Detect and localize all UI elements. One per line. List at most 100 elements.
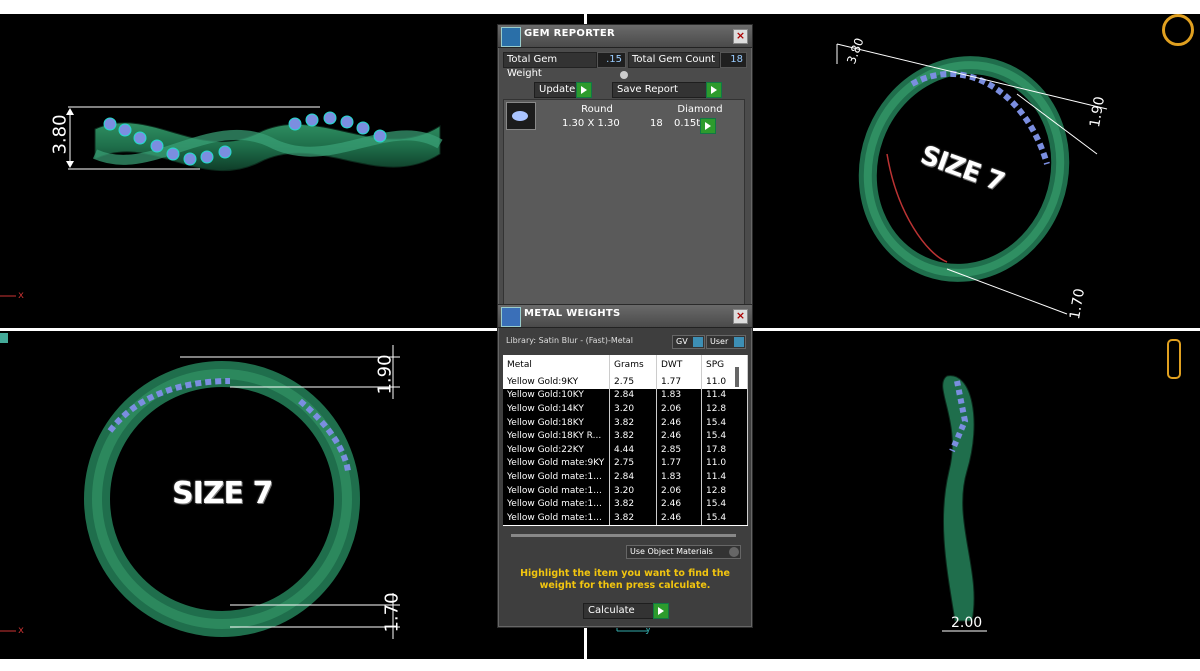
user-toggle[interactable]: User bbox=[706, 335, 746, 349]
table-horizontal-scrollbar[interactable] bbox=[511, 534, 736, 537]
gem-reporter-panel: GEM REPORTER × Total Gem Weight .15 Tota… bbox=[497, 24, 753, 332]
gem-reporter-title: GEM REPORTER bbox=[524, 28, 616, 39]
table-row[interactable]: Yellow Gold mate:1... 2.84 1.83 11.4 bbox=[503, 470, 748, 484]
metal-dwt: 2.06 bbox=[656, 402, 702, 416]
metal-grams: 3.20 bbox=[609, 483, 657, 498]
table-row[interactable]: Yellow Gold:14KY 3.20 2.06 12.8 bbox=[503, 402, 748, 416]
metal-grams: 4.44 bbox=[609, 442, 657, 457]
axis-x-label: x bbox=[18, 625, 25, 636]
metal-name: Yellow Gold mate:1... bbox=[503, 483, 610, 498]
gv-toggle[interactable]: GV bbox=[672, 335, 705, 349]
metal-dwt: 2.06 bbox=[656, 483, 702, 498]
metal-weights-panel: METAL WEIGHTS × Library: Satin Blur - (F… bbox=[497, 304, 753, 628]
metal-spg: 15.4 bbox=[701, 429, 748, 443]
column-header-dwt[interactable]: DWT bbox=[656, 355, 702, 375]
table-row[interactable]: Yellow Gold:9KY 2.75 1.77 11.0 bbox=[503, 375, 748, 389]
toggle-icon bbox=[729, 547, 739, 557]
metal-dwt: 1.83 bbox=[656, 470, 702, 484]
metal-grams: 2.75 bbox=[609, 456, 657, 471]
metal-dwt: 1.77 bbox=[656, 375, 702, 389]
table-row[interactable]: Yellow Gold:22KY 4.44 2.85 17.8 bbox=[503, 442, 748, 457]
table-vertical-scrollbar[interactable] bbox=[735, 367, 739, 387]
table-row[interactable]: Yellow Gold mate:1... 3.82 2.46 15.4 bbox=[503, 510, 748, 525]
table-row[interactable]: Yellow Gold:18KY R... 3.82 2.46 15.4 bbox=[503, 429, 748, 443]
calculate-label: Calculate bbox=[588, 605, 635, 616]
metal-table[interactable]: Metal Grams DWT SPG Yellow Gold:9KY 2.75 1… bbox=[503, 355, 748, 526]
metal-grams: 2.75 bbox=[609, 375, 657, 389]
use-object-materials-toggle[interactable]: Use Object Materials bbox=[626, 545, 741, 559]
column-header-grams[interactable]: Grams bbox=[609, 355, 657, 375]
dimension-label-2: 1.70 bbox=[381, 592, 403, 633]
calculate-button[interactable]: Calculate bbox=[583, 603, 669, 619]
gem-detail-button[interactable] bbox=[700, 118, 716, 134]
toggle-icon bbox=[734, 337, 744, 347]
dimension-label-1: 1.90 bbox=[374, 354, 396, 395]
metal-name: Yellow Gold:18KY bbox=[503, 415, 610, 430]
use-object-materials-label: Use Object Materials bbox=[630, 547, 713, 556]
metal-dwt: 2.46 bbox=[656, 429, 702, 443]
save-report-label: Save Report bbox=[617, 84, 678, 95]
user-label: User bbox=[710, 337, 729, 346]
metal-name: Yellow Gold:9KY bbox=[503, 375, 610, 389]
gem-count: 18 bbox=[650, 118, 663, 129]
table-row[interactable]: Yellow Gold mate:1... 3.20 2.06 12.8 bbox=[503, 483, 748, 498]
metal-spg: 11.0 bbox=[701, 375, 748, 389]
metal-spg: 11.4 bbox=[701, 470, 748, 484]
close-icon[interactable]: × bbox=[733, 309, 748, 324]
library-label: Library: Satin Blur - (Fast)-Metal bbox=[506, 336, 633, 345]
metal-weights-titlebar[interactable]: METAL WEIGHTS × bbox=[498, 305, 752, 328]
gem-shape-header: Round bbox=[581, 104, 613, 115]
metal-name: Yellow Gold:18KY R... bbox=[503, 429, 610, 443]
total-gem-count-value: 18 bbox=[720, 52, 747, 68]
column-header-metal[interactable]: Metal bbox=[503, 355, 610, 375]
play-icon bbox=[706, 82, 722, 98]
metal-weights-title: METAL WEIGHTS bbox=[524, 308, 621, 319]
close-icon[interactable]: × bbox=[733, 29, 748, 44]
table-row[interactable]: Yellow Gold mate:1... 3.82 2.46 15.4 bbox=[503, 497, 748, 511]
axis-x-label: x bbox=[18, 290, 25, 301]
gem-list[interactable]: Round Diamond 1.30 X 1.30 18 0.15tw bbox=[503, 99, 745, 311]
calculate-hint: Highlight the item you want to find the … bbox=[520, 568, 730, 591]
dimension-label: 2.00 bbox=[951, 615, 983, 631]
size-label: SIZE 7 bbox=[172, 476, 273, 511]
play-icon bbox=[700, 118, 716, 134]
toggle-icon bbox=[693, 337, 703, 347]
splitter-handle[interactable] bbox=[620, 71, 628, 79]
metal-dwt: 2.46 bbox=[656, 497, 702, 511]
metal-spg: 12.8 bbox=[701, 402, 748, 416]
metal-grams: 3.82 bbox=[609, 497, 657, 511]
metal-grams: 2.84 bbox=[609, 388, 657, 403]
gv-label: GV bbox=[676, 337, 688, 346]
save-report-button[interactable]: Save Report bbox=[612, 82, 722, 98]
update-label: Update bbox=[539, 84, 576, 95]
gem-reporter-icon bbox=[501, 27, 521, 47]
total-gem-weight-value: .15 bbox=[597, 52, 626, 68]
gem-reporter-titlebar[interactable]: GEM REPORTER × bbox=[498, 25, 752, 48]
metal-dwt: 2.46 bbox=[656, 510, 702, 525]
metal-dwt: 2.46 bbox=[656, 415, 702, 430]
round-gem-icon bbox=[506, 102, 536, 130]
dimension-label: 3.80 bbox=[49, 114, 71, 155]
gem-totals-row: Total Gem Weight .15 Total Gem Count 18 bbox=[503, 52, 748, 79]
metal-spg: 15.4 bbox=[701, 510, 748, 525]
metal-flask-icon bbox=[501, 307, 521, 327]
metal-name: Yellow Gold mate:1... bbox=[503, 510, 610, 525]
metal-spg: 15.4 bbox=[701, 497, 748, 511]
table-row[interactable]: Yellow Gold:10KY 2.84 1.83 11.4 bbox=[503, 388, 748, 403]
metal-grams: 2.84 bbox=[609, 470, 657, 484]
metal-grams: 3.82 bbox=[609, 415, 657, 430]
metal-spg: 17.8 bbox=[701, 442, 748, 457]
gem-size: 1.30 X 1.30 bbox=[562, 118, 620, 129]
metal-dwt: 1.83 bbox=[656, 388, 702, 403]
table-row[interactable]: Yellow Gold:18KY 3.82 2.46 15.4 bbox=[503, 415, 748, 430]
column-header-spg[interactable]: SPG bbox=[701, 355, 748, 375]
pendant-icon[interactable] bbox=[1167, 339, 1181, 379]
metal-spg: 15.4 bbox=[701, 415, 748, 430]
metal-dwt: 1.77 bbox=[656, 456, 702, 471]
update-button[interactable]: Update bbox=[534, 82, 592, 98]
metal-spg: 11.4 bbox=[701, 388, 748, 403]
ring-icon[interactable] bbox=[1162, 14, 1194, 46]
gem-material-header: Diamond bbox=[677, 104, 723, 115]
table-row[interactable]: Yellow Gold mate:9KY 2.75 1.77 11.0 bbox=[503, 456, 748, 471]
total-gem-weight-label: Total Gem Weight bbox=[503, 52, 597, 79]
